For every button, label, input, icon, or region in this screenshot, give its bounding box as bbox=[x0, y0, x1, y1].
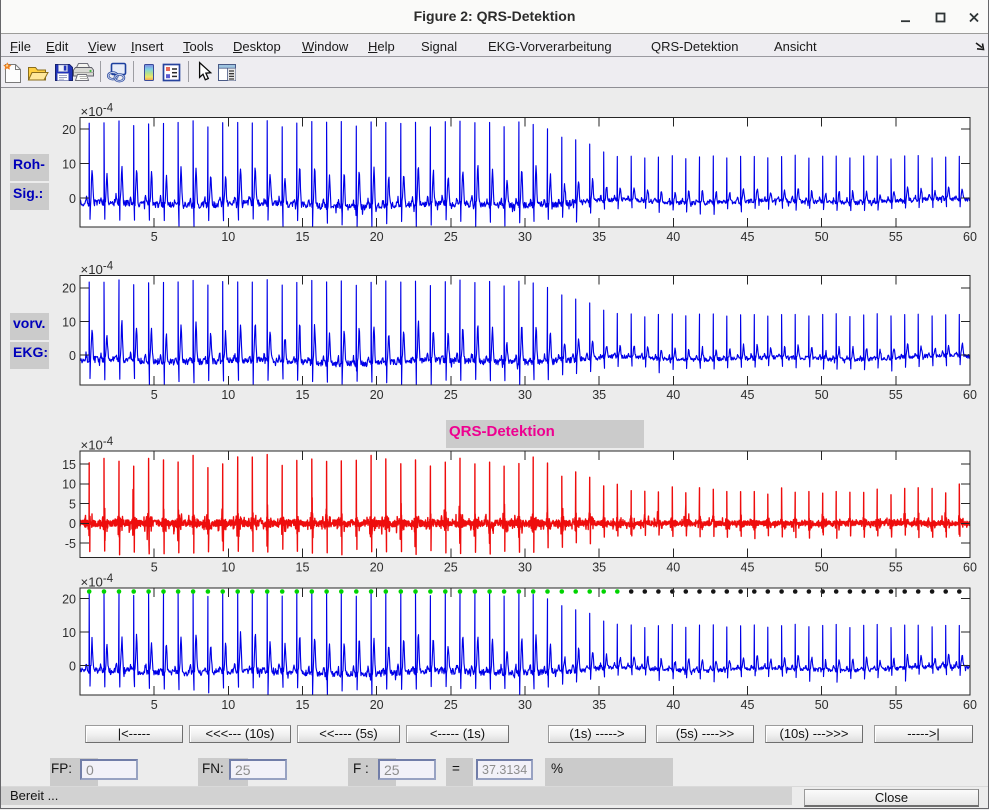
svg-text:60: 60 bbox=[963, 230, 977, 244]
svg-text:15: 15 bbox=[296, 230, 310, 244]
svg-text:10: 10 bbox=[62, 157, 76, 171]
svg-text:10: 10 bbox=[62, 315, 76, 329]
svg-text:0: 0 bbox=[69, 660, 76, 674]
svg-text:35: 35 bbox=[592, 230, 606, 244]
svg-text:20: 20 bbox=[62, 123, 76, 137]
svg-text:55: 55 bbox=[889, 230, 903, 244]
svg-text:5: 5 bbox=[151, 230, 158, 244]
svg-text:10: 10 bbox=[221, 388, 235, 402]
svg-text:10: 10 bbox=[221, 698, 235, 712]
svg-text:40: 40 bbox=[666, 698, 680, 712]
svg-text:60: 60 bbox=[963, 388, 977, 402]
svg-text:45: 45 bbox=[741, 698, 755, 712]
svg-text:15: 15 bbox=[296, 561, 310, 575]
svg-text:50: 50 bbox=[815, 230, 829, 244]
svg-text:10: 10 bbox=[62, 478, 76, 492]
svg-text:35: 35 bbox=[592, 698, 606, 712]
svg-text:25: 25 bbox=[444, 388, 458, 402]
svg-text:-5: -5 bbox=[65, 537, 76, 551]
svg-text:25: 25 bbox=[444, 561, 458, 575]
svg-text:35: 35 bbox=[592, 561, 606, 575]
svg-text:10: 10 bbox=[62, 626, 76, 640]
svg-text:55: 55 bbox=[889, 561, 903, 575]
svg-text:5: 5 bbox=[151, 698, 158, 712]
svg-text:5: 5 bbox=[151, 561, 158, 575]
svg-text:45: 45 bbox=[741, 388, 755, 402]
svg-text:45: 45 bbox=[741, 561, 755, 575]
svg-text:15: 15 bbox=[296, 388, 310, 402]
svg-text:×10-4: ×10-4 bbox=[81, 436, 114, 453]
svg-text:25: 25 bbox=[444, 698, 458, 712]
svg-text:20: 20 bbox=[62, 593, 76, 607]
svg-text:10: 10 bbox=[221, 230, 235, 244]
svg-text:5: 5 bbox=[151, 388, 158, 402]
svg-text:50: 50 bbox=[815, 388, 829, 402]
svg-text:40: 40 bbox=[666, 561, 680, 575]
svg-text:35: 35 bbox=[592, 388, 606, 402]
svg-text:40: 40 bbox=[666, 388, 680, 402]
svg-text:15: 15 bbox=[62, 458, 76, 472]
svg-text:5: 5 bbox=[69, 497, 76, 511]
svg-text:×10-4: ×10-4 bbox=[81, 261, 114, 278]
svg-text:30: 30 bbox=[518, 230, 532, 244]
svg-text:60: 60 bbox=[963, 561, 977, 575]
svg-text:20: 20 bbox=[370, 561, 384, 575]
svg-text:55: 55 bbox=[889, 388, 903, 402]
svg-text:20: 20 bbox=[370, 698, 384, 712]
svg-text:0: 0 bbox=[69, 349, 76, 363]
svg-text:55: 55 bbox=[889, 698, 903, 712]
svg-text:20: 20 bbox=[370, 388, 384, 402]
svg-text:60: 60 bbox=[963, 698, 977, 712]
svg-text:45: 45 bbox=[741, 230, 755, 244]
svg-text:40: 40 bbox=[666, 230, 680, 244]
svg-text:0: 0 bbox=[69, 517, 76, 531]
svg-text:20: 20 bbox=[370, 230, 384, 244]
svg-text:10: 10 bbox=[221, 561, 235, 575]
svg-text:25: 25 bbox=[444, 230, 458, 244]
svg-text:0: 0 bbox=[69, 192, 76, 206]
svg-text:50: 50 bbox=[815, 561, 829, 575]
svg-text:30: 30 bbox=[518, 698, 532, 712]
svg-text:30: 30 bbox=[518, 388, 532, 402]
svg-text:×10-4: ×10-4 bbox=[81, 573, 114, 590]
svg-text:15: 15 bbox=[296, 698, 310, 712]
svg-text:30: 30 bbox=[518, 561, 532, 575]
svg-text:×10-4: ×10-4 bbox=[81, 103, 114, 120]
svg-text:50: 50 bbox=[815, 698, 829, 712]
svg-text:20: 20 bbox=[62, 282, 76, 296]
